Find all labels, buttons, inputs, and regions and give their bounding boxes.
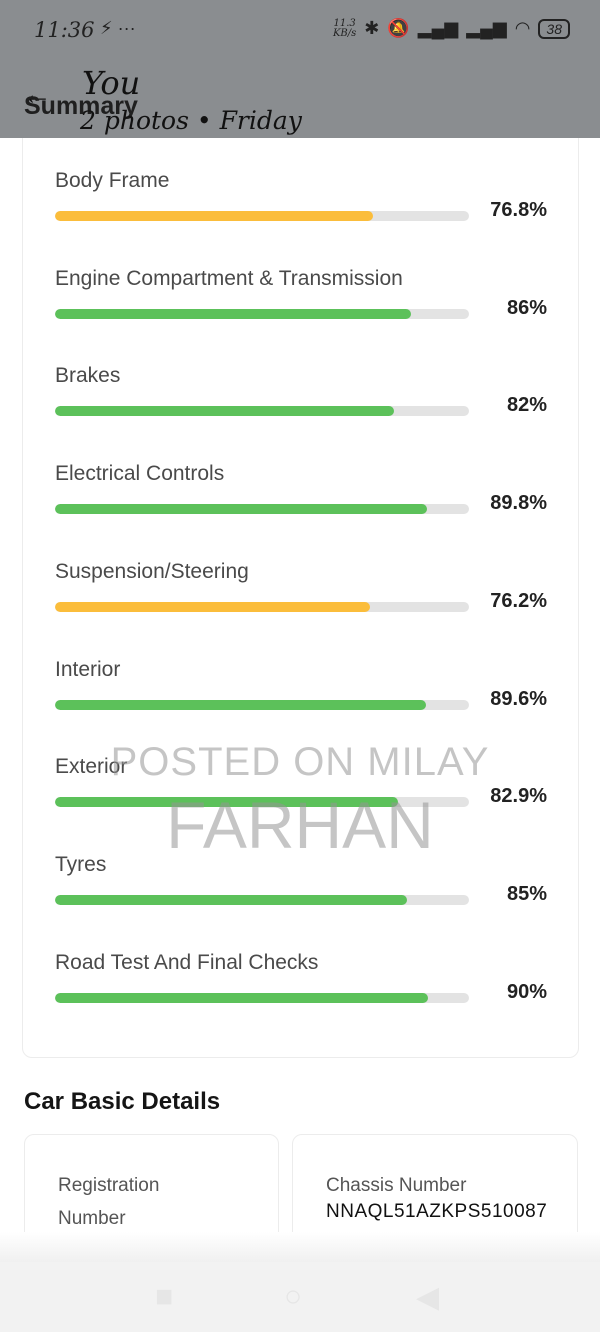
top-overlay-bar: 11:36 ⚡ ··· 11.3 KB/s ✱ 🔕 ▂▄▆ ▂▄▆ ◠ 38 ←… bbox=[0, 0, 600, 138]
back-nav-icon[interactable]: ◀ bbox=[416, 1280, 439, 1315]
score-label: Interior bbox=[55, 657, 121, 681]
score-bar-fill bbox=[55, 406, 395, 417]
inspection-score-card: Body Frame 76.8% Engine Compartment & Tran… bbox=[22, 118, 579, 1058]
score-label: Engine Compartment & Transmission bbox=[55, 266, 403, 290]
score-label: Electrical Controls bbox=[55, 462, 225, 486]
status-time: 11:36 bbox=[34, 18, 95, 42]
battery-icon: 38 bbox=[538, 18, 570, 39]
score-bar-fill bbox=[55, 211, 373, 221]
car-basic-details-title: Car Basic Details bbox=[24, 1088, 221, 1115]
signal-icon-2: ▂▄▆ bbox=[466, 18, 507, 38]
score-percent: 85% bbox=[506, 882, 547, 905]
score-percent: 89.6% bbox=[490, 687, 547, 710]
score-percent: 82% bbox=[506, 394, 547, 417]
score-percent: 86% bbox=[506, 296, 547, 319]
gallery-subtitle: 2 photos • Friday bbox=[80, 106, 302, 135]
registration-card: Registration Number bbox=[24, 1134, 279, 1246]
score-bar-track bbox=[55, 211, 469, 221]
score-bar-track bbox=[55, 894, 469, 905]
system-nav-bar: ■ ○ ◀ bbox=[0, 1262, 600, 1332]
score-bar-track bbox=[55, 601, 469, 612]
score-bar-fill bbox=[55, 504, 427, 515]
score-bar-track bbox=[55, 308, 469, 319]
score-percent: 76.2% bbox=[490, 589, 547, 612]
wifi-icon: ◠ bbox=[514, 18, 531, 38]
score-bar-track bbox=[55, 699, 469, 710]
chassis-card: Chassis Number NNAQL51AZKPS510087 bbox=[292, 1134, 578, 1246]
score-percent: 89.8% bbox=[490, 492, 547, 515]
home-icon[interactable]: ○ bbox=[284, 1280, 302, 1314]
score-bar-track bbox=[55, 504, 469, 515]
gallery-title: You bbox=[82, 64, 141, 102]
score-bar-track bbox=[55, 992, 469, 1003]
nav-shadow bbox=[0, 1232, 600, 1262]
chassis-label: Chassis Number bbox=[326, 1175, 467, 1196]
notification-icons: ⚡ ··· bbox=[100, 18, 136, 38]
score-bar-fill bbox=[55, 308, 412, 319]
recents-icon[interactable]: ■ bbox=[155, 1280, 173, 1314]
bluetooth-icon: ✱ bbox=[364, 18, 380, 38]
chassis-value: NNAQL51AZKPS510087 bbox=[326, 1201, 548, 1222]
score-label: Exterior bbox=[55, 755, 128, 779]
score-bar-track bbox=[55, 406, 469, 417]
score-label: Body Frame bbox=[55, 169, 170, 192]
score-bar-fill bbox=[55, 699, 426, 710]
signal-icon: ▂▄▆ bbox=[417, 18, 459, 38]
score-bar-fill bbox=[55, 894, 407, 905]
score-label: Suspension/Steering bbox=[55, 559, 249, 583]
status-right-icons: 11.3 KB/s ✱ 🔕 ▂▄▆ ▂▄▆ ◠ 38 bbox=[333, 18, 570, 39]
score-label: Road Test And Final Checks bbox=[55, 950, 319, 974]
registration-label: Registration Number bbox=[58, 1175, 160, 1229]
score-bar-fill bbox=[55, 797, 399, 808]
score-bar-track bbox=[55, 797, 469, 808]
score-label: Tyres bbox=[55, 852, 107, 876]
score-percent: 76.8% bbox=[490, 199, 547, 221]
score-bar-fill bbox=[55, 992, 428, 1003]
score-percent: 90% bbox=[506, 980, 547, 1003]
score-bar-fill bbox=[55, 601, 371, 612]
mute-bell-icon: 🔕 bbox=[387, 18, 410, 38]
score-percent: 82.9% bbox=[490, 785, 547, 808]
score-label: Brakes bbox=[55, 364, 121, 388]
net-speed: 11.3 KB/s bbox=[332, 17, 357, 39]
